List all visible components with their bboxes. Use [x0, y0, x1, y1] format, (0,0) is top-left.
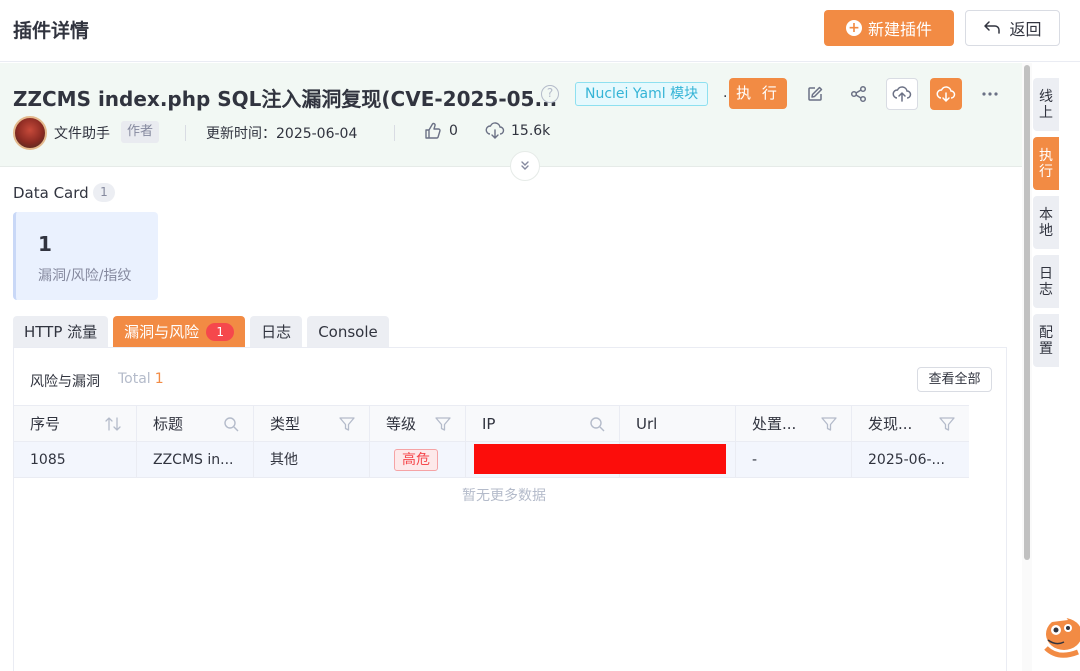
- total-value: 1: [154, 371, 164, 387]
- search-icon[interactable]: [223, 416, 239, 432]
- column-header-status[interactable]: 处置...: [736, 406, 852, 441]
- more-icon[interactable]: [974, 78, 1006, 110]
- plus-circle-icon: +: [845, 20, 862, 36]
- column-header-ip[interactable]: IP: [466, 406, 620, 441]
- page-title: 插件详情: [13, 20, 90, 42]
- column-label: 类型: [270, 415, 301, 433]
- tab-http-traffic[interactable]: HTTP 流量: [13, 316, 109, 348]
- side-tab-execute[interactable]: 执行: [1033, 137, 1059, 190]
- total-label: Total: [118, 371, 151, 387]
- new-plugin-label: 新建插件: [867, 20, 932, 39]
- thumbs-up-icon[interactable]: [424, 122, 442, 140]
- divider: [185, 125, 186, 141]
- column-header-id[interactable]: 序号: [14, 406, 137, 441]
- filter-icon[interactable]: [939, 416, 955, 432]
- scrollbar-thumb[interactable]: [1024, 65, 1030, 560]
- cell-id: 1085: [14, 442, 137, 477]
- top-bar: 插件详情 + 新建插件 返回: [0, 0, 1080, 62]
- tab-logs[interactable]: 日志: [250, 316, 303, 348]
- author-tag: 作者: [121, 121, 160, 143]
- column-label: 等级: [386, 415, 417, 433]
- column-header-url[interactable]: Url: [620, 406, 736, 441]
- tab-label: Console: [318, 323, 378, 341]
- side-tab-local[interactable]: 本地: [1033, 196, 1059, 249]
- view-all-button[interactable]: 查看全部: [917, 367, 992, 392]
- update-time: 更新时间：2025-06-04: [206, 126, 358, 142]
- plugin-header: ZZCMS index.php SQL注入漏洞复现(CVE-2025-05...…: [0, 63, 1022, 181]
- cell-ip: [466, 442, 726, 477]
- cloud-download-icon[interactable]: [930, 78, 962, 110]
- column-label: 序号: [30, 415, 61, 433]
- column-label: IP: [482, 415, 496, 433]
- download-count: 15.6k: [511, 123, 551, 139]
- data-card[interactable]: 1 漏洞/风险/指纹: [13, 212, 158, 300]
- cell-title: ZZCMS in...: [137, 442, 254, 477]
- no-more-data: 暂无更多数据: [462, 488, 546, 504]
- new-plugin-button[interactable]: + 新建插件: [824, 10, 954, 46]
- filter-icon[interactable]: [821, 416, 837, 432]
- panel-total: Total 1: [118, 371, 164, 387]
- filter-icon[interactable]: [435, 416, 451, 432]
- panel-title: 风险与漏洞: [30, 374, 100, 390]
- cloud-upload-icon[interactable]: [886, 78, 918, 110]
- sort-icon[interactable]: [104, 416, 122, 432]
- back-arrow-icon: [984, 21, 1001, 34]
- tab-badge: 1: [206, 323, 235, 341]
- filter-icon[interactable]: [339, 416, 355, 432]
- risk-panel: 风险与漏洞 Total 1 查看全部 序号 标题 类型 等级 IP Url 处置…: [13, 347, 1007, 671]
- tab-label: 漏洞与风险: [124, 323, 200, 341]
- column-header-found[interactable]: 发现...: [852, 406, 969, 441]
- cell-status: -: [736, 442, 852, 477]
- tab-vulnerabilities[interactable]: 漏洞与风险 1: [113, 316, 246, 348]
- share-icon[interactable]: [843, 78, 875, 110]
- plugin-type-tag: Nuclei Yaml 模块: [575, 82, 709, 106]
- side-tabs: 线上 执行 本地 日志 配置: [1033, 78, 1059, 367]
- column-label: 发现...: [868, 415, 913, 433]
- data-card-value: 1: [38, 232, 52, 256]
- table-row[interactable]: 1085 ZZCMS in... 其他 高危 - 2025-06-...: [14, 442, 969, 478]
- risk-level-tag: 高危: [394, 449, 438, 471]
- column-label: 标题: [153, 415, 184, 433]
- side-tab-config[interactable]: 配置: [1033, 314, 1059, 367]
- back-button[interactable]: 返回: [965, 10, 1060, 46]
- result-tabs: HTTP 流量 漏洞与风险 1 日志 Console: [13, 316, 389, 348]
- column-header-type[interactable]: 类型: [254, 406, 370, 441]
- scrollbar[interactable]: [1022, 63, 1032, 671]
- download-icon: [485, 122, 505, 139]
- plugin-title: ZZCMS index.php SQL注入漏洞复现(CVE-2025-05...: [13, 87, 558, 111]
- column-label: Url: [636, 415, 658, 433]
- execute-button[interactable]: 执 行: [729, 78, 787, 109]
- author-avatar[interactable]: [13, 116, 47, 150]
- cell-url: [620, 442, 736, 477]
- data-card-count: 1: [93, 183, 115, 202]
- table-header: 序号 标题 类型 等级 IP Url 处置... 发现...: [14, 405, 969, 442]
- help-icon[interactable]: ?: [541, 85, 559, 103]
- dot-separator: .: [723, 85, 728, 101]
- column-label: 处置...: [752, 415, 797, 433]
- side-tab-online[interactable]: 线上: [1033, 78, 1059, 131]
- chevrons-down-icon[interactable]: [510, 151, 540, 181]
- back-label: 返回: [1009, 20, 1042, 39]
- search-icon[interactable]: [589, 416, 605, 432]
- tab-label: 日志: [261, 323, 292, 341]
- data-card-label: Data Card: [13, 184, 89, 202]
- column-header-level[interactable]: 等级: [370, 406, 466, 441]
- mascot-icon[interactable]: [1038, 600, 1080, 671]
- column-header-title[interactable]: 标题: [137, 406, 254, 441]
- cell-found: 2025-06-...: [868, 452, 945, 468]
- divider: [394, 125, 395, 141]
- tab-console[interactable]: Console: [307, 316, 389, 348]
- tab-label: HTTP 流量: [24, 323, 98, 341]
- data-card-description: 漏洞/风险/指纹: [38, 268, 132, 284]
- author-name[interactable]: 文件助手: [54, 123, 110, 143]
- side-tab-log[interactable]: 日志: [1033, 255, 1059, 308]
- risk-table: 序号 标题 类型 等级 IP Url 处置... 发现... 1085 ZZCM…: [14, 405, 969, 478]
- cell-level: 高危: [370, 442, 466, 477]
- like-count: 0: [449, 123, 458, 139]
- cell-type: 其他: [254, 442, 370, 477]
- edit-icon[interactable]: [799, 78, 831, 110]
